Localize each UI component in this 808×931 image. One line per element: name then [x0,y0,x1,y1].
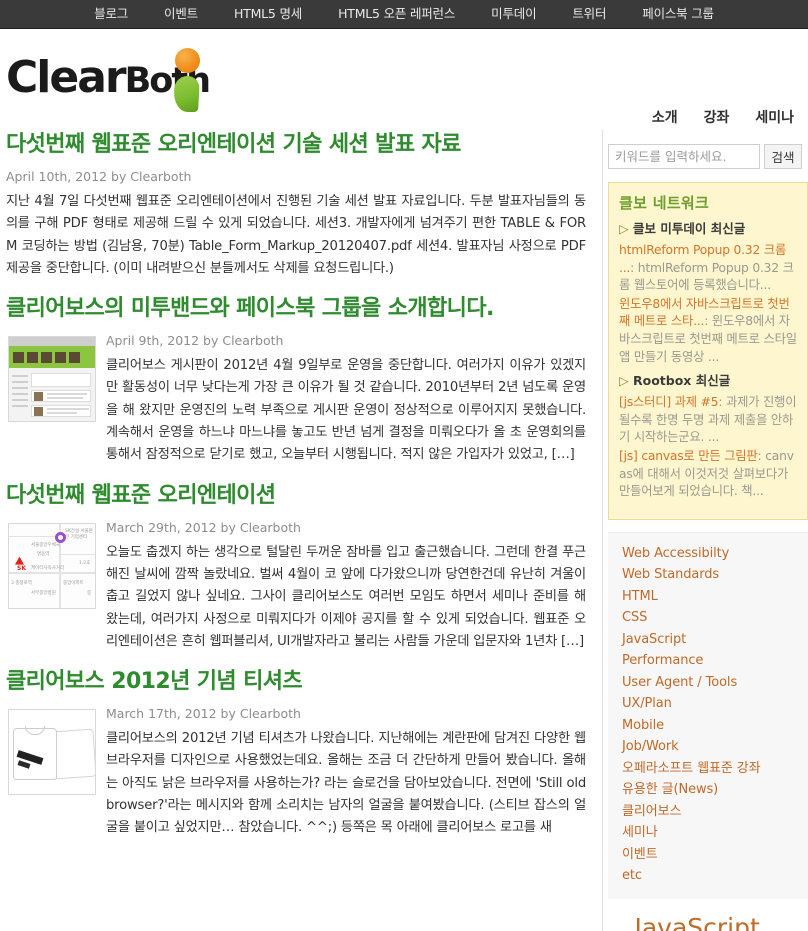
sidebar: 검색 클보 네트워크 ▷ 클보 미투데이 최신글 htmlReform Popu… [608,130,808,931]
logo-text-clear: Clear [6,52,127,103]
category-item-ux-plan[interactable]: UX/Plan [622,693,808,715]
network-widget: 클보 네트워크 ▷ 클보 미투데이 최신글 htmlReform Popup 0… [608,182,808,520]
category-item-web-standards[interactable]: Web Standards [622,564,808,586]
tag-item-javascript[interactable]: JavaScript [634,913,759,931]
article-item: 다섯번째 웹표준 오리엔테이션 SK 서울중앙우체국 명동역 케이티사옥사거리 [6,481,586,653]
facebook-group-screenshot-icon [9,337,95,422]
article-body: April 9th, 2012 by Clearboth 클리어보스 게시판이 … [6,332,586,466]
tag-item[interactable]: ... [618,925,629,931]
triangle-right-icon: ▷ [619,373,629,389]
category-item-seminar[interactable]: 세미나 [622,822,808,844]
content-sidebar-divider [602,130,603,931]
network-item-title[interactable]: [js] canvas로 만든 그림판 [619,449,758,463]
headernav-item-seminar[interactable]: 세미나 [755,107,794,127]
site-header: ClearBoth 소개 강좌 세미나 [0,29,808,130]
logo-semicolon-icon [173,48,201,112]
headernav-item-about[interactable]: 소개 [652,107,678,127]
topnav-item-event[interactable]: 이벤트 [146,0,216,28]
category-item-etc[interactable]: etc [622,865,808,887]
category-list: Web Accessibilty Web Standards HTML CSS … [622,543,808,887]
topnav-item-html5-open-reference[interactable]: HTML5 오픈 레퍼런스 [320,0,473,28]
network-item-desc: : htmlReform Popup 0.32 크롬 웹스토어에 등록했습니다.… [619,260,794,293]
category-item-clearboth[interactable]: 클리어보스 [622,801,808,823]
article-item: 클리어보스 2012년 기념 티셔츠 March 17th, 2012 by C… [6,667,586,839]
top-navigation-bar: 블로그 이벤트 HTML5 명세 HTML5 오픈 레퍼런스 미투데이 트위터 … [0,0,808,29]
topnav-item-me2day[interactable]: 미투데이 [473,0,554,28]
article-body: SK 서울중앙우체국 명동역 케이티사옥사거리 SK건설 서울본부 기업센터 1… [6,519,586,653]
tshirt-photo-icon [9,710,95,795]
article-title[interactable]: 클리어보스 2012년 기념 티셔츠 [6,667,586,697]
map-sk-label: SK [17,564,26,572]
article-title[interactable]: 다섯번째 웹표준 오리엔테이션 [6,481,586,511]
list-item[interactable]: 윈도우8에서 자바스크립트로 첫번째 메트로 스타...: 윈도우8에서 자바스… [619,296,797,366]
search-form: 검색 [608,144,808,169]
network-widget-title: 클보 네트워크 [619,194,710,212]
network-list-me2day: htmlReform Popup 0.32 크롬 ...: htmlReform… [619,242,797,366]
site-logo[interactable]: ClearBoth [6,42,306,114]
category-item-job-work[interactable]: Job/Work [622,736,808,758]
map-screenshot-icon: SK 서울중앙우체국 명동역 케이티사옥사거리 SK건설 서울본부 기업센터 1… [9,523,95,608]
article-thumbnail-map[interactable]: SK 서울중앙우체국 명동역 케이티사옥사거리 SK건설 서울본부 기업센터 1… [8,522,96,609]
search-button[interactable]: 검색 [764,144,802,169]
headernav-item-lecture[interactable]: 강좌 [704,107,730,127]
article-meta: April 10th, 2012 by Clearboth [6,169,192,184]
tag-cloud-widget: ...JavaScript웹퍼블리 [608,907,808,931]
category-item-css[interactable]: CSS [622,607,808,629]
top-navigation-list: 블로그 이벤트 HTML5 명세 HTML5 오픈 레퍼런스 미투데이 트위터 … [76,0,732,28]
article-item: 다섯번째 웹표준 오리엔테이션 기술 세션 발표 자료 April 10th, … [6,130,586,280]
category-widget: Web Accessibilty Web Standards HTML CSS … [608,531,808,899]
network-list-rootbox: [js스터디] 과제 #5: 과제가 진행이 될수록 한명 두명 과제 제출을 … [619,394,797,501]
list-item[interactable]: [js스터디] 과제 #5: 과제가 진행이 될수록 한명 두명 과제 제출을 … [619,394,797,447]
logo-dot-icon [175,48,200,73]
article-body: April 10th, 2012 by Clearboth 지난 4월 7일 다… [6,168,586,280]
topnav-item-twitter[interactable]: 트위터 [554,0,624,28]
logo-wordmark: ClearBoth [6,42,306,117]
category-item-useful-news[interactable]: 유용한 글(News) [622,779,808,801]
header-navigation: 소개 강좌 세미나 [652,107,794,127]
article-body: March 17th, 2012 by Clearboth 클리어보스의 201… [6,705,586,839]
category-item-javascript[interactable]: JavaScript [622,629,808,651]
list-item[interactable]: htmlReform Popup 0.32 크롬 ...: htmlReform… [619,242,797,295]
list-item[interactable]: [js] canvas로 만든 그림판: canvas에 대해서 이것저것 살펴… [619,448,797,501]
category-item-mobile[interactable]: Mobile [622,715,808,737]
article-thumbnail-tshirt[interactable] [8,709,96,796]
topnav-item-blog[interactable]: 블로그 [76,0,146,28]
category-item-event[interactable]: 이벤트 [622,844,808,866]
network-section-heading-rootbox: ▷ Rootbox 최신글 [619,372,797,390]
article-item: 클리어보스의 미투밴드와 페이스북 그룹을 소개합니다. April 9th, … [6,294,586,466]
main-content: 다섯번째 웹표준 오리엔테이션 기술 세션 발표 자료 April 10th, … [0,130,600,854]
topnav-item-facebook-group[interactable]: 페이스북 그룹 [624,0,732,28]
article-title[interactable]: 클리어보스의 미투밴드와 페이스북 그룹을 소개합니다. [6,294,586,324]
category-item-performance[interactable]: Performance [622,650,808,672]
triangle-right-icon: ▷ [619,221,629,236]
category-item-html[interactable]: HTML [622,586,808,608]
search-input[interactable] [608,144,760,169]
network-section-heading-me2day: ▷ 클보 미투데이 최신글 [619,220,797,238]
logo-tail-icon [173,76,200,112]
article-title[interactable]: 다섯번째 웹표준 오리엔테이션 기술 세션 발표 자료 [6,130,586,160]
category-item-user-agent-tools[interactable]: User Agent / Tools [622,672,808,694]
category-item-web-accessibility[interactable]: Web Accessibilty [622,543,808,565]
category-item-opera-lecture[interactable]: 오페라소프트 웹표준 강좌 [622,758,808,780]
article-excerpt: 지난 4월 7일 다섯번째 웹표준 오리엔테이션에서 진행된 기술 세션 발표 … [6,194,586,276]
network-section-label: Rootbox 최신글 [632,373,731,389]
article-thumbnail-facebook-group[interactable] [8,336,96,423]
topnav-item-html5-spec[interactable]: HTML5 명세 [216,0,320,28]
network-section-label: 클보 미투데이 최신글 [632,221,746,236]
network-item-title[interactable]: [js스터디] 과제 #5 [619,395,719,409]
